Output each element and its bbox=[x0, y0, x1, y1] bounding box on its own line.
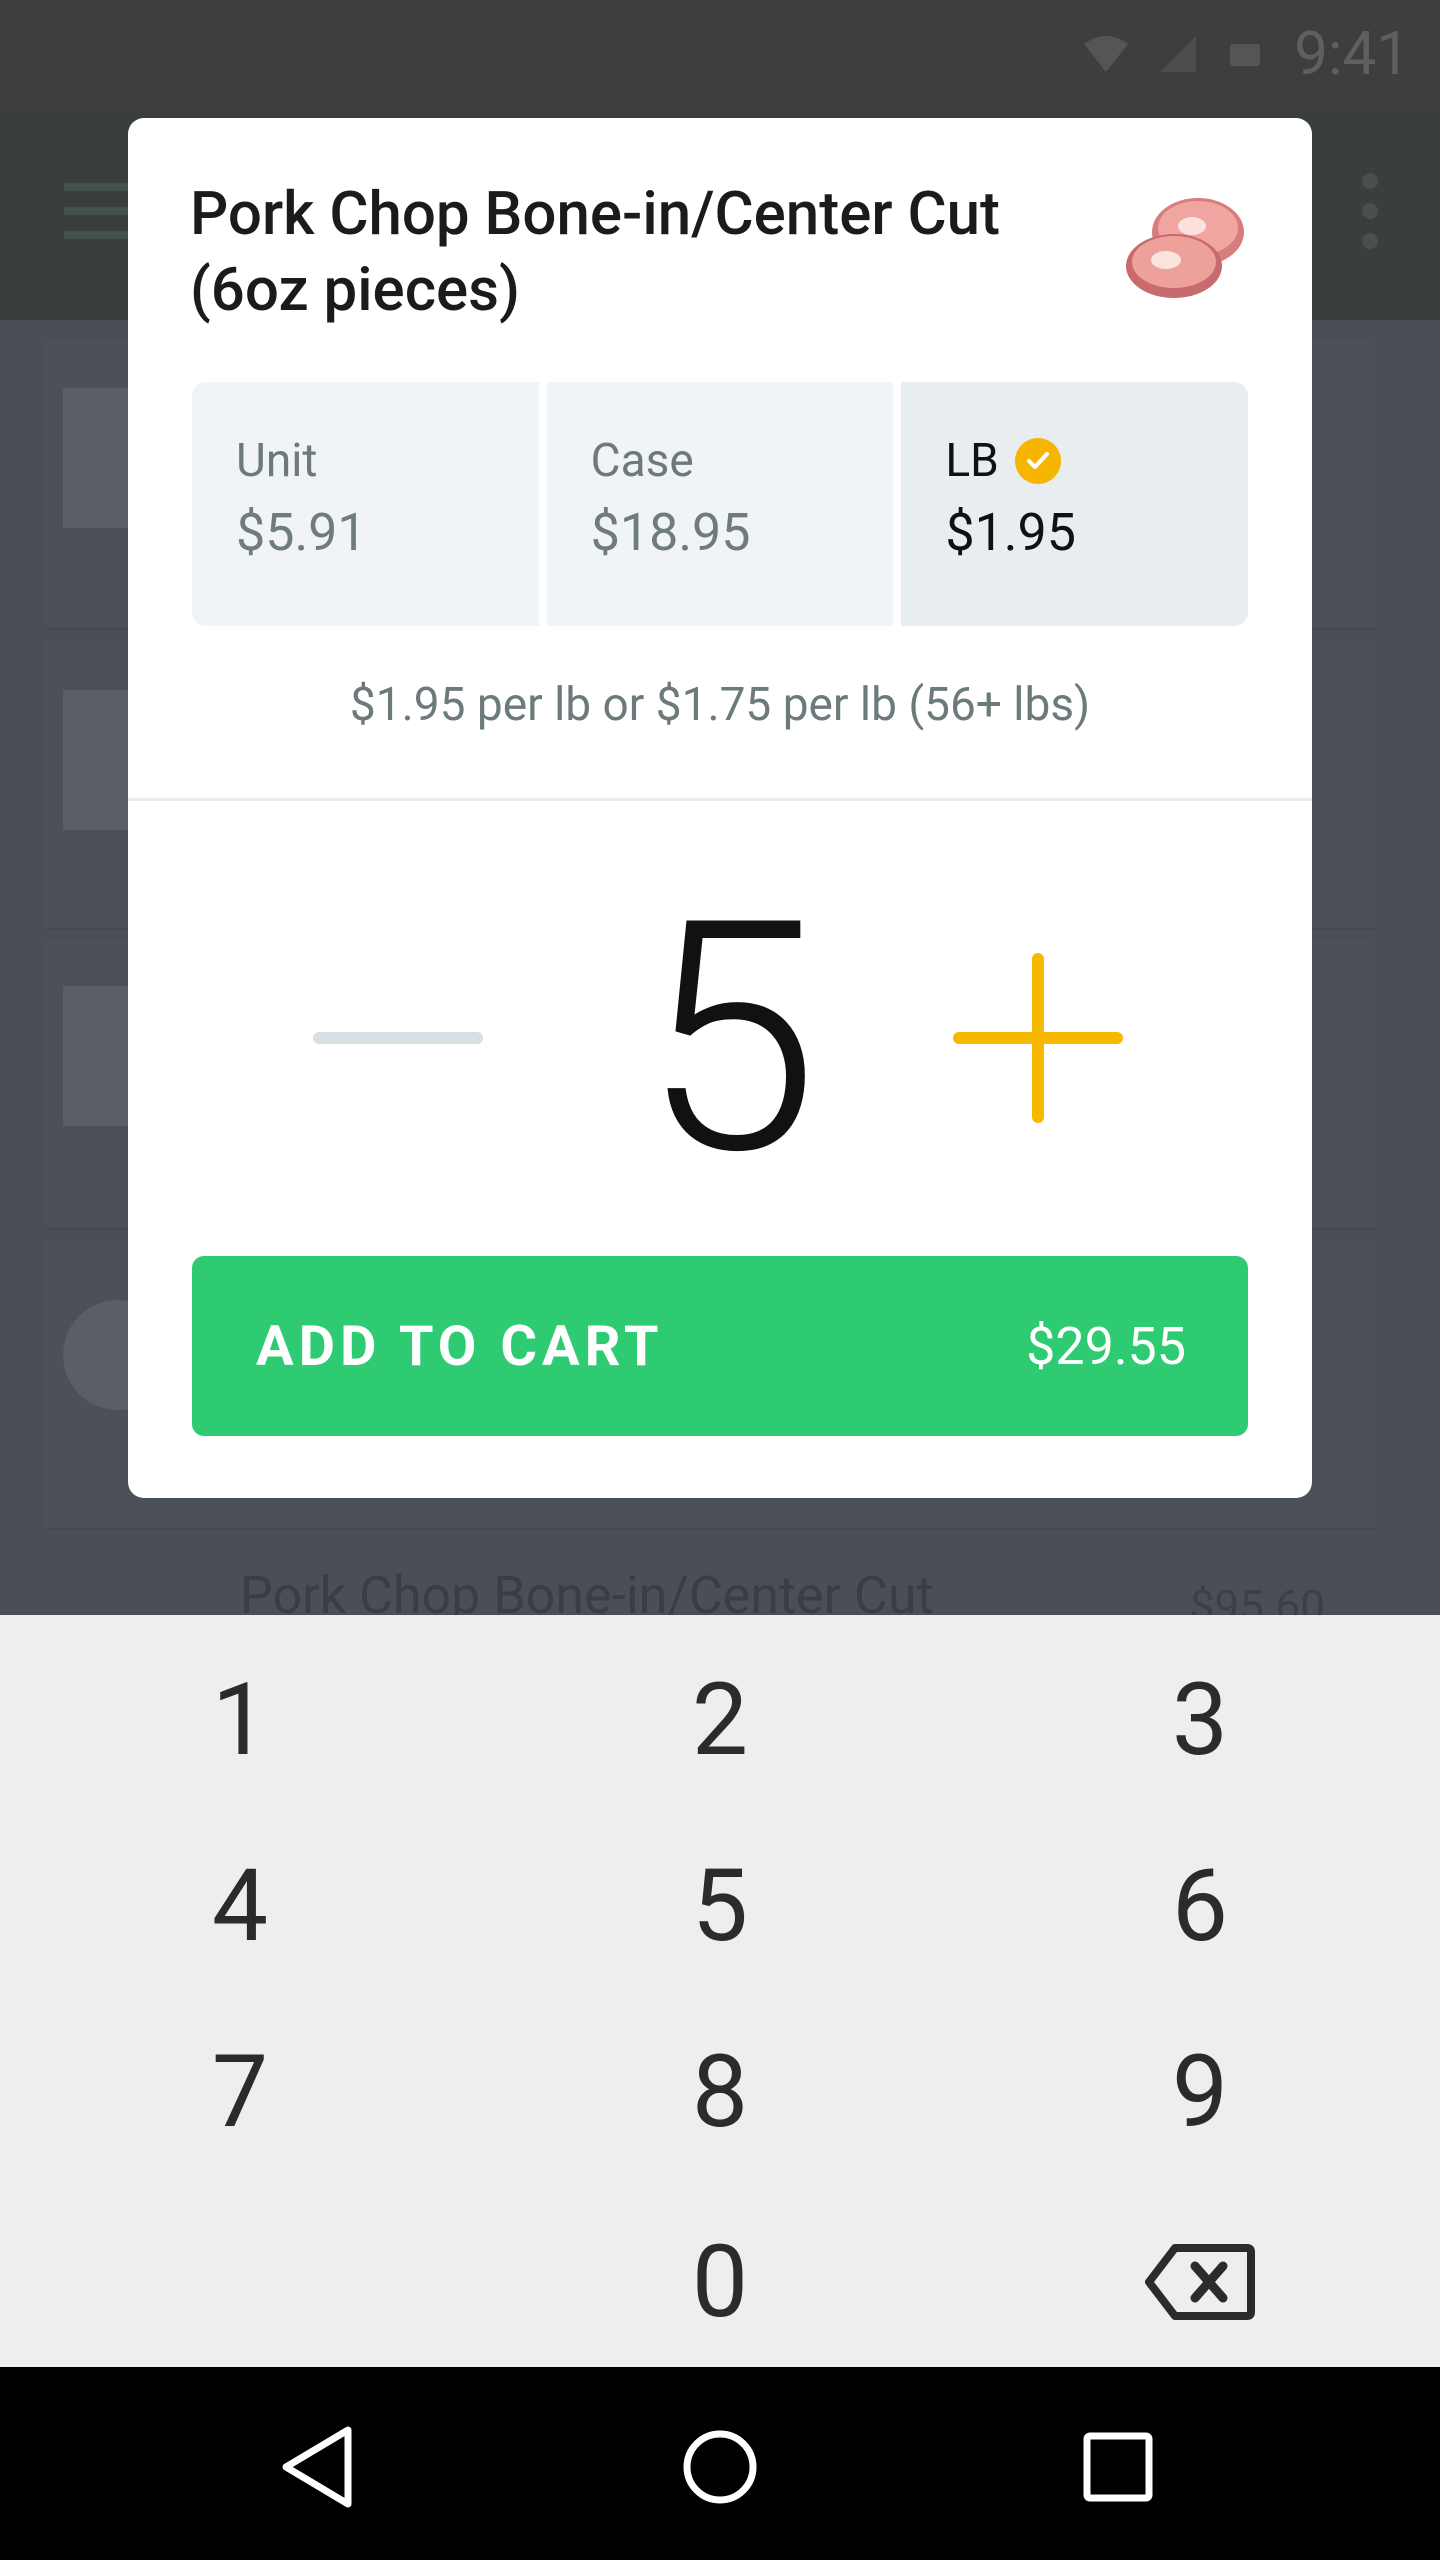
add-to-cart-total: $29.55 bbox=[1026, 1315, 1186, 1377]
add-to-cart-dialog: Pork Chop Bone-in/Center Cut (6oz pieces… bbox=[128, 118, 1312, 1498]
recents-icon bbox=[1083, 2432, 1153, 2502]
clock: 9:41 bbox=[1294, 18, 1410, 89]
add-to-cart-label: ADD TO CART bbox=[256, 1313, 664, 1379]
battery-icon bbox=[1230, 43, 1261, 66]
quantity-value[interactable]: 5 bbox=[500, 880, 960, 1200]
back-button[interactable] bbox=[258, 2407, 378, 2527]
product-title: Pork Chop Bone-in/Center Cut (6oz pieces… bbox=[190, 178, 1000, 325]
price-option-price: $1.95 bbox=[945, 502, 1076, 563]
price-option-price: $18.95 bbox=[590, 502, 751, 563]
pork-chop-image bbox=[1126, 198, 1244, 298]
backspace-key[interactable] bbox=[1050, 2197, 1350, 2367]
key-5[interactable]: 5 bbox=[570, 1821, 870, 1991]
home-button[interactable] bbox=[660, 2407, 780, 2527]
price-option-case[interactable]: Case $18.95 bbox=[546, 382, 894, 626]
key-9[interactable]: 9 bbox=[1050, 2007, 1350, 2177]
add-to-cart-button[interactable]: ADD TO CART $29.55 bbox=[192, 1256, 1248, 1436]
decrement-button[interactable] bbox=[298, 938, 498, 1138]
check-circle-icon bbox=[1014, 438, 1061, 484]
key-0[interactable]: 0 bbox=[570, 2197, 870, 2367]
status-icons: 9:41 bbox=[1082, 18, 1410, 89]
signal-icon bbox=[1160, 35, 1197, 72]
price-option-label: Case bbox=[590, 434, 694, 488]
key-8[interactable]: 8 bbox=[570, 2007, 870, 2177]
numeric-keypad: 1 2 3 4 5 6 7 8 9 0 bbox=[0, 1615, 1440, 2367]
wifi-icon bbox=[1084, 35, 1129, 72]
overflow-menu-icon[interactable] bbox=[1360, 171, 1380, 251]
key-4[interactable]: 4 bbox=[90, 1821, 390, 1991]
price-option-label-row: LB bbox=[945, 434, 1248, 488]
key-6[interactable]: 6 bbox=[1050, 1821, 1350, 1991]
price-option-label: Unit bbox=[236, 434, 318, 488]
divider bbox=[128, 798, 1312, 801]
recents-button[interactable] bbox=[1058, 2407, 1178, 2527]
back-icon bbox=[282, 2426, 352, 2508]
backspace-icon bbox=[1145, 2244, 1255, 2320]
price-option-label: LB bbox=[945, 434, 999, 488]
key-2[interactable]: 2 bbox=[570, 1635, 870, 1805]
quantity-stepper: 5 bbox=[128, 818, 1312, 1238]
price-option-lb[interactable]: LB $1.95 bbox=[901, 382, 1248, 626]
home-icon bbox=[683, 2430, 757, 2504]
status-bar: 9:41 bbox=[0, 0, 1440, 105]
menu-icon[interactable] bbox=[64, 183, 134, 239]
price-option-unit[interactable]: Unit $5.91 bbox=[192, 382, 539, 626]
increment-button[interactable] bbox=[938, 938, 1138, 1138]
price-option-price: $5.91 bbox=[236, 502, 367, 563]
key-1[interactable]: 1 bbox=[90, 1635, 390, 1805]
price-options: Unit $5.91 Case $18.95 LB $1.95 bbox=[192, 382, 1248, 626]
price-note: $1.95 per lb or $1.75 per lb (56+ lbs) bbox=[349, 678, 1091, 732]
key-3[interactable]: 3 bbox=[1050, 1635, 1350, 1805]
key-7[interactable]: 7 bbox=[90, 2007, 390, 2177]
minus-icon bbox=[313, 1032, 483, 1044]
navigation-bar bbox=[0, 2367, 1440, 2560]
